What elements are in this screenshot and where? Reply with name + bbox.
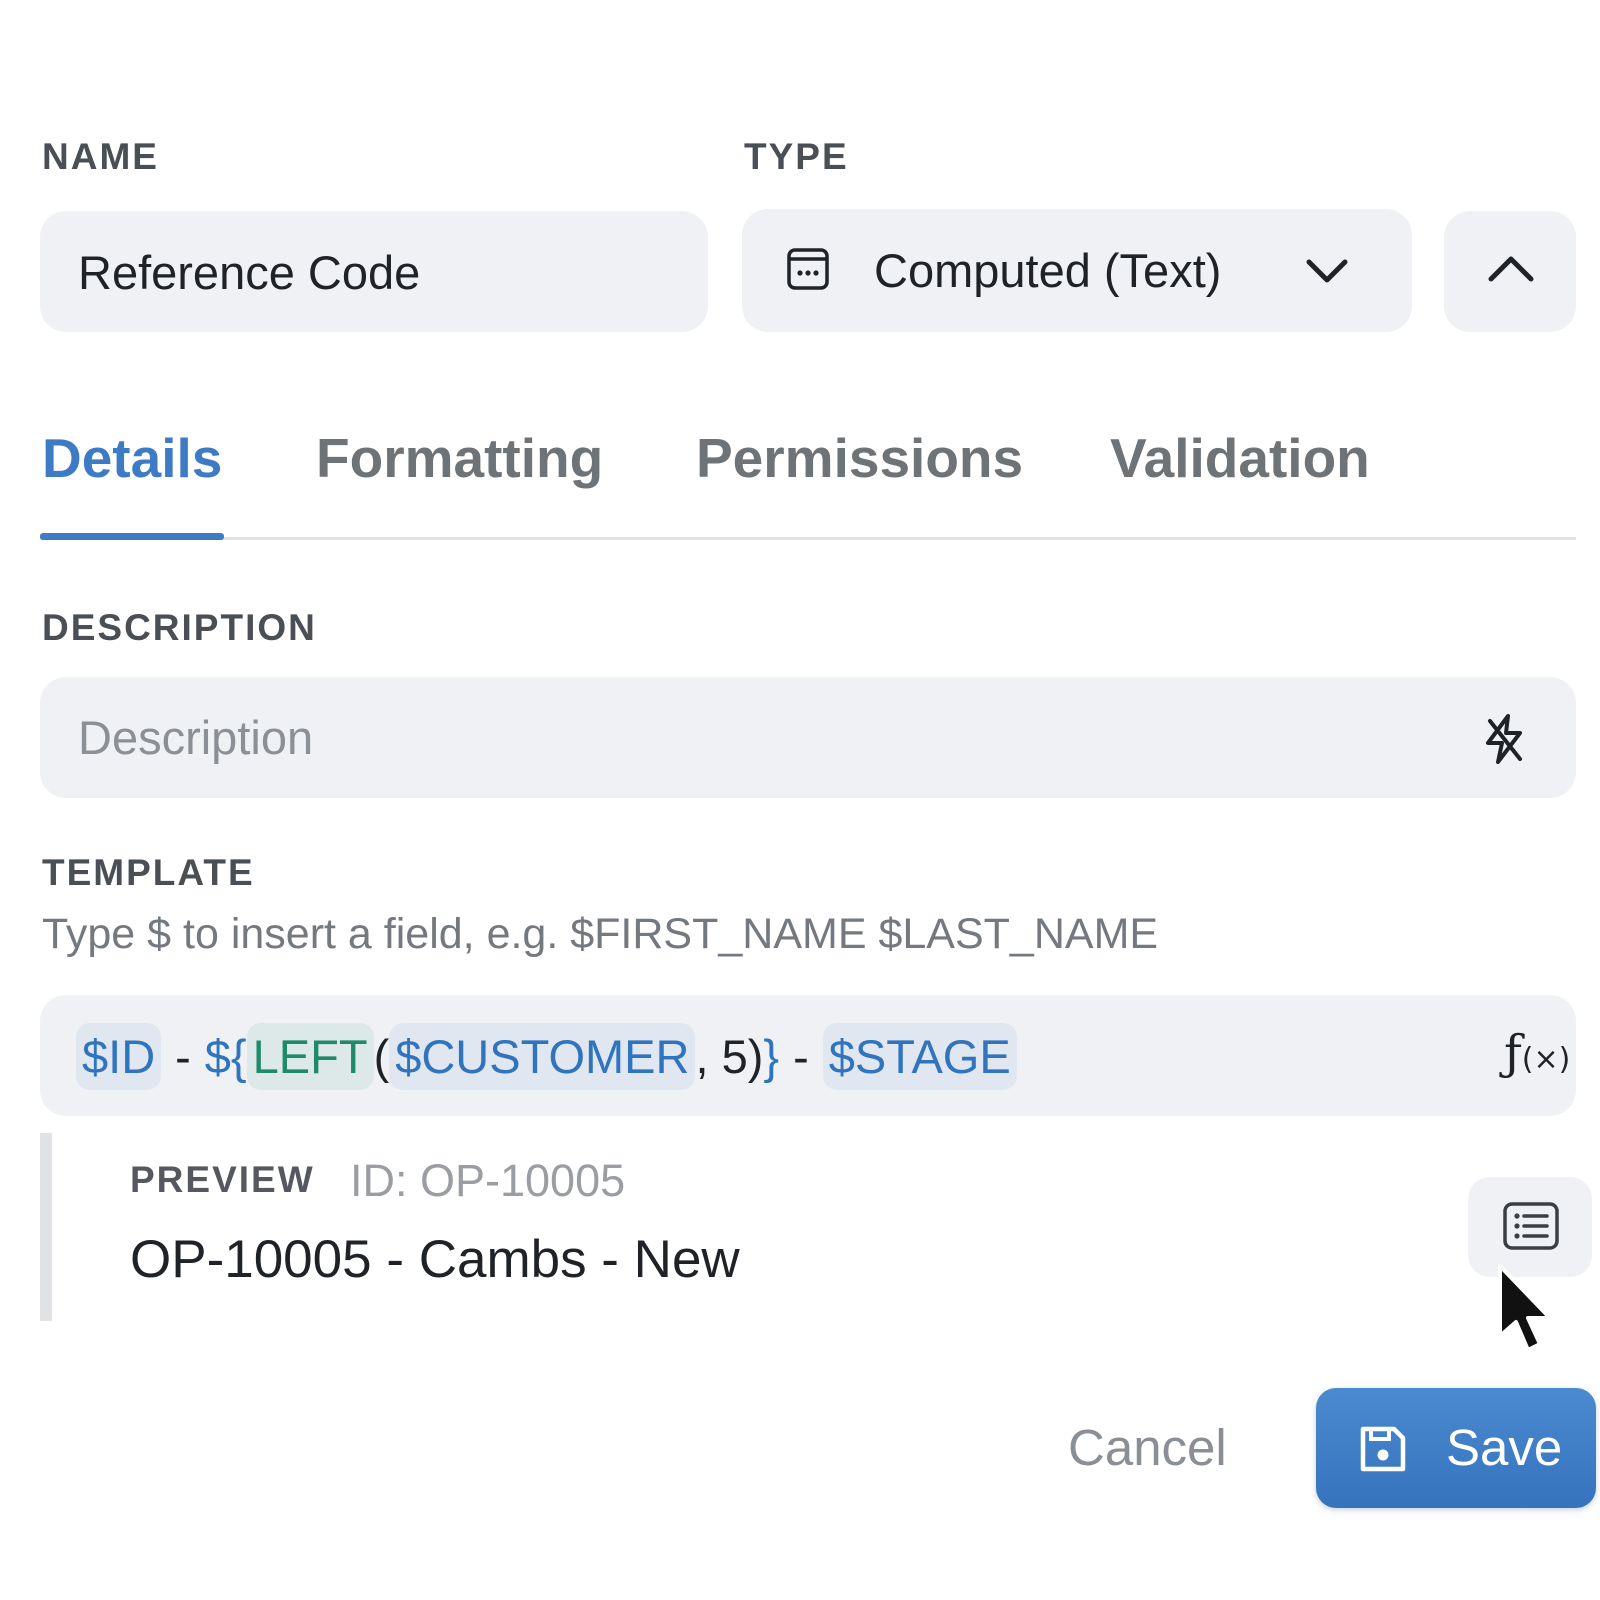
token-field-customer[interactable]: $CUSTOMER (389, 1022, 696, 1090)
mouse-cursor-icon (1498, 1264, 1552, 1352)
template-expression: $ID - ${ LEFT ( $CUSTOMER , 5) } - $STAG… (76, 1019, 1017, 1093)
preview-value: OP-10005 - Cambs - New (130, 1230, 740, 1289)
template-label: TEMPLATE (42, 852, 255, 893)
token-args: , 5) (695, 1029, 764, 1083)
tab-permissions[interactable]: Permissions (696, 426, 1023, 490)
lightning-icon[interactable] (1480, 713, 1528, 765)
preview-record-id: ID: OP-10005 (350, 1155, 626, 1206)
chevron-down-icon (1306, 259, 1348, 283)
tab-validation[interactable]: Validation (1110, 426, 1370, 490)
type-label: TYPE (744, 136, 849, 177)
template-hint: Type $ to insert a field, e.g. $FIRST_NA… (42, 910, 1159, 958)
save-button[interactable]: Save (1316, 1388, 1596, 1508)
type-select[interactable]: Computed (Text) (742, 209, 1412, 332)
tab-bar: Details Formatting Permissions Validatio… (40, 400, 1576, 540)
list-icon (1503, 1202, 1559, 1250)
tab-formatting[interactable]: Formatting (316, 426, 603, 490)
token-field-id[interactable]: $ID (76, 1022, 162, 1090)
name-label: NAME (42, 136, 159, 177)
preview-label: PREVIEW (130, 1159, 315, 1200)
token-function-left[interactable]: LEFT (246, 1022, 374, 1090)
token-separator: - (175, 1029, 191, 1083)
description-input[interactable] (78, 707, 1378, 767)
collapse-button[interactable] (1444, 211, 1576, 332)
token-field-stage[interactable]: $STAGE (822, 1022, 1017, 1090)
token-close-brace: } (763, 1029, 780, 1083)
preview-panel: PREVIEW ID: OP-10005 OP-10005 - Cambs - … (40, 1133, 1592, 1321)
token-open-brace: ${ (204, 1029, 247, 1083)
name-input[interactable]: Reference Code (40, 211, 708, 332)
description-label: DESCRIPTION (42, 607, 317, 648)
floppy-disk-icon (1360, 1426, 1406, 1472)
chevron-up-icon (1488, 256, 1534, 282)
cancel-button[interactable]: Cancel (1068, 1398, 1227, 1498)
token-separator: - (793, 1029, 809, 1083)
computed-field-icon (787, 248, 829, 290)
active-tab-indicator (40, 533, 224, 540)
token-paren-open: ( (373, 1029, 390, 1083)
name-input-value: Reference Code (78, 246, 421, 299)
tab-details[interactable]: Details (42, 426, 222, 490)
template-editor[interactable]: $ID - ${ LEFT ( $CUSTOMER , 5) } - $STAG… (40, 995, 1576, 1116)
save-button-label: Save (1446, 1419, 1563, 1476)
description-field (40, 677, 1576, 798)
type-select-value: Computed (Text) (874, 244, 1222, 297)
function-icon[interactable]: ƒ(×) (1504, 1025, 1570, 1081)
